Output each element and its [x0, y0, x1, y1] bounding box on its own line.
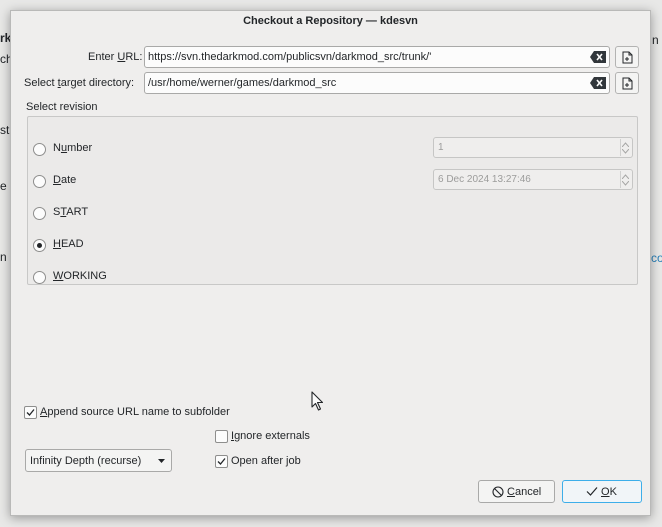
- mouse-cursor-icon: [311, 391, 324, 411]
- target-directory-label: Select target directory:: [24, 77, 135, 89]
- chevron-up-icon[interactable]: [622, 142, 629, 147]
- revision-number-spinbox[interactable]: 1: [433, 137, 633, 158]
- background-window-link: co: [651, 251, 662, 265]
- revision-number-value: 1: [438, 142, 444, 153]
- cancel-icon: [492, 486, 504, 498]
- radio-head-indicator[interactable]: [33, 239, 46, 252]
- background-window-text: n: [652, 33, 659, 47]
- depth-select-value: Infinity Depth (recurse): [30, 455, 142, 467]
- url-input[interactable]: https://svn.thedarkmod.com/publicsvn/dar…: [144, 46, 610, 68]
- open-document-icon: [622, 77, 633, 90]
- radio-date-indicator[interactable]: [33, 175, 46, 188]
- revision-group: Number Date START HEAD WORKING 1 6 Dec 2…: [27, 116, 638, 285]
- ok-button[interactable]: OK: [562, 480, 642, 503]
- target-directory-input[interactable]: /usr/home/werner/games/darkmod_src: [144, 72, 610, 94]
- checkout-dialog: Checkout a Repository — kdesvn Enter URL…: [10, 10, 651, 516]
- clear-target-icon[interactable]: [590, 77, 606, 89]
- ignore-externals-check[interactable]: [215, 430, 228, 443]
- background-window-text: n: [0, 250, 7, 264]
- dialog-title: Checkout a Repository — kdesvn: [243, 15, 418, 27]
- background-window-text: e: [0, 179, 7, 193]
- chevron-down-icon: [158, 459, 165, 463]
- spin-arrows[interactable]: [620, 139, 631, 156]
- radio-number-indicator[interactable]: [33, 143, 46, 156]
- radio-start-indicator[interactable]: [33, 207, 46, 220]
- chevron-down-icon[interactable]: [622, 149, 629, 154]
- depth-select[interactable]: Infinity Depth (recurse): [25, 449, 172, 472]
- revision-date-value: 6 Dec 2024 13:27:46: [438, 174, 531, 185]
- url-value: https://svn.thedarkmod.com/publicsvn/dar…: [148, 51, 432, 63]
- cancel-button[interactable]: Cancel: [478, 480, 555, 503]
- revision-date-spinbox[interactable]: 6 Dec 2024 13:27:46: [433, 169, 633, 190]
- target-directory-value: /usr/home/werner/games/darkmod_src: [148, 77, 337, 89]
- url-label: Enter URL:: [88, 51, 143, 63]
- open-document-icon: [622, 51, 633, 64]
- append-subfolder-check[interactable]: [24, 406, 37, 419]
- checkmark-icon: [26, 409, 35, 416]
- browse-url-button[interactable]: [615, 46, 639, 68]
- open-after-job-check[interactable]: [215, 455, 228, 468]
- checkmark-icon: [586, 487, 598, 496]
- chevron-up-icon[interactable]: [622, 174, 629, 179]
- radio-working-indicator[interactable]: [33, 271, 46, 284]
- browse-target-button[interactable]: [615, 72, 639, 94]
- clear-url-icon[interactable]: [590, 51, 606, 63]
- select-revision-label: Select revision: [26, 101, 98, 113]
- spin-arrows[interactable]: [620, 171, 631, 188]
- checkmark-icon: [217, 458, 226, 465]
- chevron-down-icon[interactable]: [622, 181, 629, 186]
